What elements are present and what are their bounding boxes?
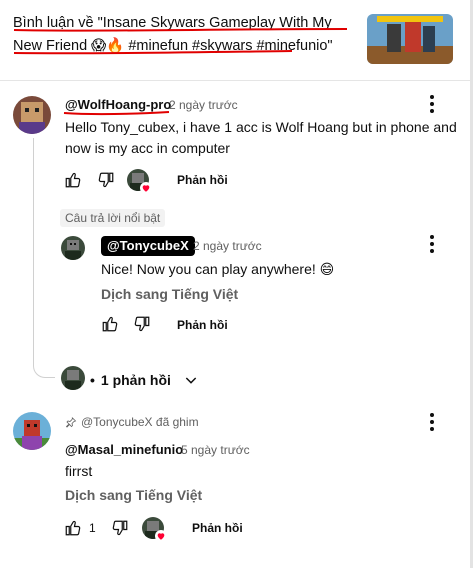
more-vert-icon[interactable] <box>425 411 439 433</box>
reply-author-handle[interactable]: @TonycubeX <box>101 236 195 256</box>
thumbs-up-icon[interactable] <box>62 517 84 539</box>
thumbs-down-icon[interactable] <box>109 517 131 539</box>
replies-count-label: 1 phản hồi <box>100 372 171 388</box>
avatar <box>61 366 85 390</box>
bullet: • <box>90 372 95 388</box>
thumbs-up-icon[interactable] <box>62 169 84 191</box>
chevron-down-icon <box>183 372 199 388</box>
translate-link[interactable]: Dịch sang Tiếng Việt <box>65 487 202 503</box>
translate-link[interactable]: Dịch sang Tiếng Việt <box>101 286 238 302</box>
creator-heart-avatar <box>142 517 167 542</box>
thumbs-down-icon[interactable] <box>131 313 153 335</box>
replies-toggle-button[interactable]: • 1 phản hồi <box>90 370 199 390</box>
comment-timestamp: 2 ngày trước <box>169 98 238 112</box>
comment-timestamp: 5 ngày trước <box>181 443 250 457</box>
more-vert-icon[interactable] <box>425 93 439 115</box>
reply-button[interactable]: Phản hồi <box>192 521 243 535</box>
avatar[interactable] <box>13 96 51 134</box>
comment-text: firrst <box>65 463 93 479</box>
avatar[interactable] <box>13 412 51 450</box>
creator-heart-avatar <box>127 169 152 194</box>
thumbs-down-icon[interactable] <box>95 169 117 191</box>
reply-button[interactable]: Phản hồi <box>177 173 228 187</box>
header-divider <box>0 80 473 81</box>
heart-icon <box>155 530 167 542</box>
thumbs-up-icon[interactable] <box>99 313 121 335</box>
video-thumbnail[interactable] <box>367 14 453 64</box>
reply-timestamp: 2 ngày trước <box>193 239 262 253</box>
reply-text: Nice! Now you can play anywhere! 😄 <box>101 261 335 277</box>
pin-icon <box>65 417 77 428</box>
avatar[interactable] <box>61 236 85 260</box>
red-annotation-underline <box>13 28 348 55</box>
reply-button[interactable]: Phản hồi <box>177 318 228 332</box>
pinned-indicator: @TonycubeX đã ghim <box>65 415 199 429</box>
thread-connector-line <box>33 138 55 378</box>
heart-icon <box>140 182 152 194</box>
more-vert-icon[interactable] <box>425 233 439 255</box>
pinned-by-text: @TonycubeX đã ghim <box>81 415 199 429</box>
like-count: 1 <box>89 521 96 535</box>
featured-reply-badge: Câu trả lời nổi bật <box>60 209 166 227</box>
red-annotation-underline <box>63 111 170 116</box>
comment-text: Hello Tony_cubex, i have 1 acc is Wolf H… <box>65 119 457 156</box>
comment-author-handle[interactable]: @Masal_minefunio <box>65 442 183 457</box>
